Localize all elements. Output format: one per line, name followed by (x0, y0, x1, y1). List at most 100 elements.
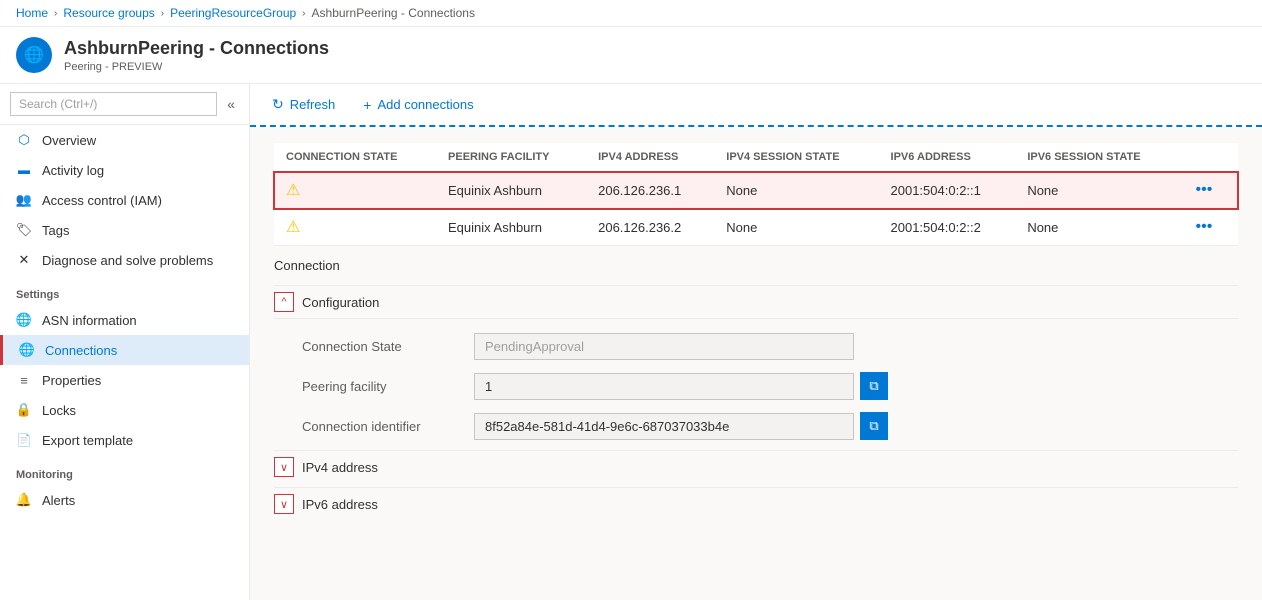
col-actions (1180, 143, 1238, 172)
row-action-button[interactable]: ••• (1192, 218, 1217, 236)
refresh-label: Refresh (290, 97, 336, 112)
table-row[interactable]: ⚠ Equinix Ashburn 206.126.236.1 None 200… (274, 172, 1238, 209)
sidebar-item-connections[interactable]: 🌐 Connections (0, 335, 249, 365)
config-toggle-button[interactable]: ^ (274, 292, 294, 312)
sidebar-item-overview[interactable]: ⬡ Overview (0, 125, 249, 155)
asn-icon: 🌐 (16, 312, 32, 328)
breadcrumb-sep-2: › (161, 8, 164, 19)
col-ipv4-session-state: IPV4 SESSION STATE (714, 143, 878, 172)
cell-connection-state: ⚠ (274, 172, 436, 209)
breadcrumb-current: AshburnPeering - Connections (312, 6, 475, 20)
page-icon: 🌐 (16, 37, 52, 73)
field-value-connection-identifier: ⧉ (474, 412, 1238, 440)
config-section-title: Configuration (302, 295, 379, 310)
sidebar-item-asn-information[interactable]: 🌐 ASN information (0, 305, 249, 335)
cell-row-actions: ••• (1180, 172, 1238, 209)
sidebar-item-export-template[interactable]: 📄 Export template (0, 425, 249, 455)
table-row[interactable]: ⚠ Equinix Ashburn 206.126.236.2 None 200… (274, 209, 1238, 246)
sidebar-item-properties[interactable]: ≡ Properties (0, 365, 249, 395)
form-row-connection-identifier: Connection identifier ⧉ (274, 406, 1238, 446)
locks-icon: 🔒 (16, 402, 32, 418)
col-ipv6-address: IPV6 ADDRESS (879, 143, 1016, 172)
form-row-peering-facility: Peering facility ⧉ (274, 366, 1238, 406)
form-row-connection-state: Connection State (274, 327, 1238, 366)
copy-peering-facility-button[interactable]: ⧉ (860, 372, 888, 400)
overview-icon: ⬡ (16, 132, 32, 148)
field-label-peering-facility: Peering facility (302, 379, 462, 394)
refresh-icon: ↻ (272, 96, 284, 113)
field-value-peering-facility: ⧉ (474, 372, 1238, 400)
row-action-button[interactable]: ••• (1192, 181, 1217, 199)
sidebar-item-access-control[interactable]: 👥 Access control (IAM) (0, 185, 249, 215)
sidebar-item-alerts[interactable]: 🔔 Alerts (0, 485, 249, 515)
col-ipv6-session-state: IPV6 SESSION STATE (1015, 143, 1179, 172)
sidebar-item-label: Diagnose and solve problems (42, 253, 213, 268)
sidebar-item-label: Access control (IAM) (42, 193, 162, 208)
sidebar-item-label: Overview (42, 133, 96, 148)
diagnose-icon: ✕ (16, 252, 32, 268)
col-peering-facility: PEERING FACILITY (436, 143, 586, 172)
breadcrumb-sep-1: › (54, 8, 57, 19)
sidebar-item-label: Alerts (42, 493, 75, 508)
breadcrumb-sep-3: › (302, 8, 305, 19)
sidebar: « ⬡ Overview ▬ Activity log 👥 Access con… (0, 84, 250, 600)
sidebar-item-label: Activity log (42, 163, 104, 178)
sidebar-item-tags[interactable]: 🏷 Tags (0, 215, 249, 245)
ipv4-section-title: IPv4 address (302, 460, 378, 475)
page-subtitle: Peering - PREVIEW (64, 61, 329, 73)
warning-icon: ⚠ (286, 182, 300, 199)
sidebar-collapse-button[interactable]: « (223, 94, 239, 114)
warning-icon: ⚠ (286, 219, 300, 236)
add-connections-button[interactable]: + Add connections (357, 93, 479, 117)
field-label-connection-identifier: Connection identifier (302, 419, 462, 434)
ipv4-toggle-button[interactable]: ∨ (274, 457, 294, 477)
connections-icon: 🌐 (19, 342, 35, 358)
copy-connection-identifier-button[interactable]: ⧉ (860, 412, 888, 440)
cell-peering-facility: Equinix Ashburn (436, 172, 586, 209)
breadcrumb-resource-groups[interactable]: Resource groups (63, 6, 154, 20)
sidebar-item-diagnose[interactable]: ✕ Diagnose and solve problems (0, 245, 249, 275)
ipv4-toggle-icon: ∨ (280, 461, 288, 474)
breadcrumb-peering-resource-group[interactable]: PeeringResourceGroup (170, 6, 296, 20)
connection-identifier-input[interactable] (474, 413, 854, 440)
ipv6-toggle-icon: ∨ (280, 498, 288, 511)
globe-icon: 🌐 (24, 45, 44, 65)
activity-log-icon: ▬ (16, 162, 32, 178)
toolbar: ↻ Refresh + Add connections (250, 84, 1262, 127)
page-header-text: AshburnPeering - Connections Peering - P… (64, 38, 329, 73)
col-ipv4-address: IPV4 ADDRESS (586, 143, 714, 172)
ipv6-toggle-button[interactable]: ∨ (274, 494, 294, 514)
cell-connection-state: ⚠ (274, 209, 436, 246)
access-control-icon: 👥 (16, 192, 32, 208)
add-icon: + (363, 97, 371, 113)
cell-ipv6-session-state: None (1015, 209, 1179, 246)
export-icon: 📄 (16, 432, 32, 448)
search-input[interactable] (10, 92, 217, 116)
copy-icon: ⧉ (869, 378, 878, 394)
connection-state-input (474, 333, 854, 360)
sidebar-item-activity-log[interactable]: ▬ Activity log (0, 155, 249, 185)
sidebar-item-label: Properties (42, 373, 101, 388)
sidebar-item-locks[interactable]: 🔒 Locks (0, 395, 249, 425)
sidebar-item-label: Connections (45, 343, 117, 358)
sidebar-item-label: ASN information (42, 313, 137, 328)
col-connection-state: CONNECTION STATE (274, 143, 436, 172)
cell-ipv4-session-state: None (714, 209, 878, 246)
breadcrumb: Home › Resource groups › PeeringResource… (0, 0, 1262, 27)
peering-facility-input[interactable] (474, 373, 854, 400)
settings-section-label: Settings (0, 275, 249, 305)
breadcrumb-home[interactable]: Home (16, 6, 48, 20)
cell-ipv4-address: 206.126.236.1 (586, 172, 714, 209)
cell-peering-facility: Equinix Ashburn (436, 209, 586, 246)
sidebar-item-label: Tags (42, 223, 69, 238)
cell-ipv4-session-state: None (714, 172, 878, 209)
config-section-header: ^ Configuration (274, 285, 1238, 319)
tags-icon: 🏷 (16, 222, 32, 238)
add-connections-label: Add connections (377, 97, 473, 112)
field-label-connection-state: Connection State (302, 339, 462, 354)
refresh-button[interactable]: ↻ Refresh (266, 92, 341, 117)
alerts-icon: 🔔 (16, 492, 32, 508)
sidebar-item-label: Locks (42, 403, 76, 418)
cell-ipv6-address: 2001:504:0:2::1 (879, 172, 1016, 209)
monitoring-section-label: Monitoring (0, 455, 249, 485)
